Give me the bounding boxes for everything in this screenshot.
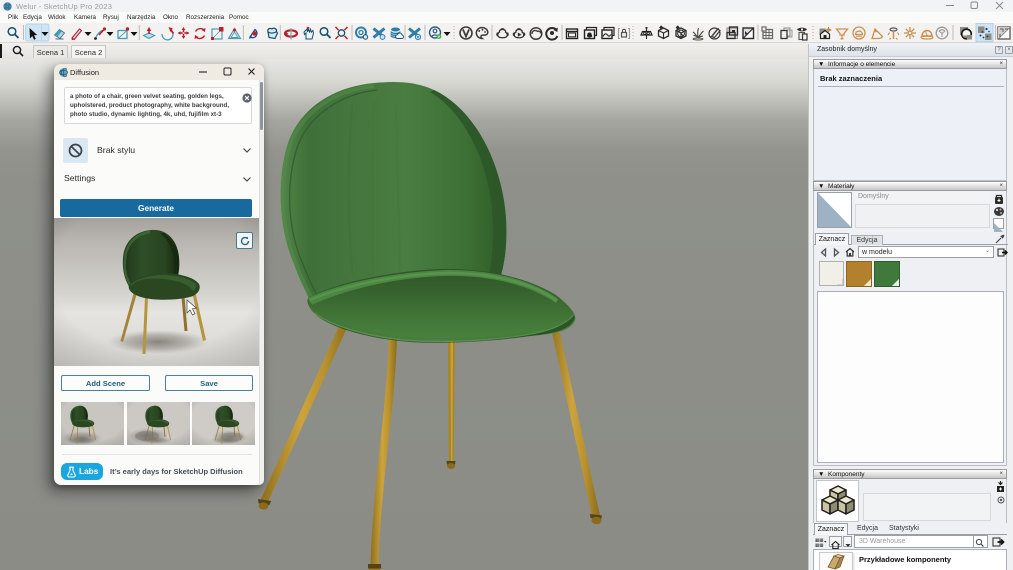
- svg-text:▦▦: ▦▦: [815, 543, 824, 548]
